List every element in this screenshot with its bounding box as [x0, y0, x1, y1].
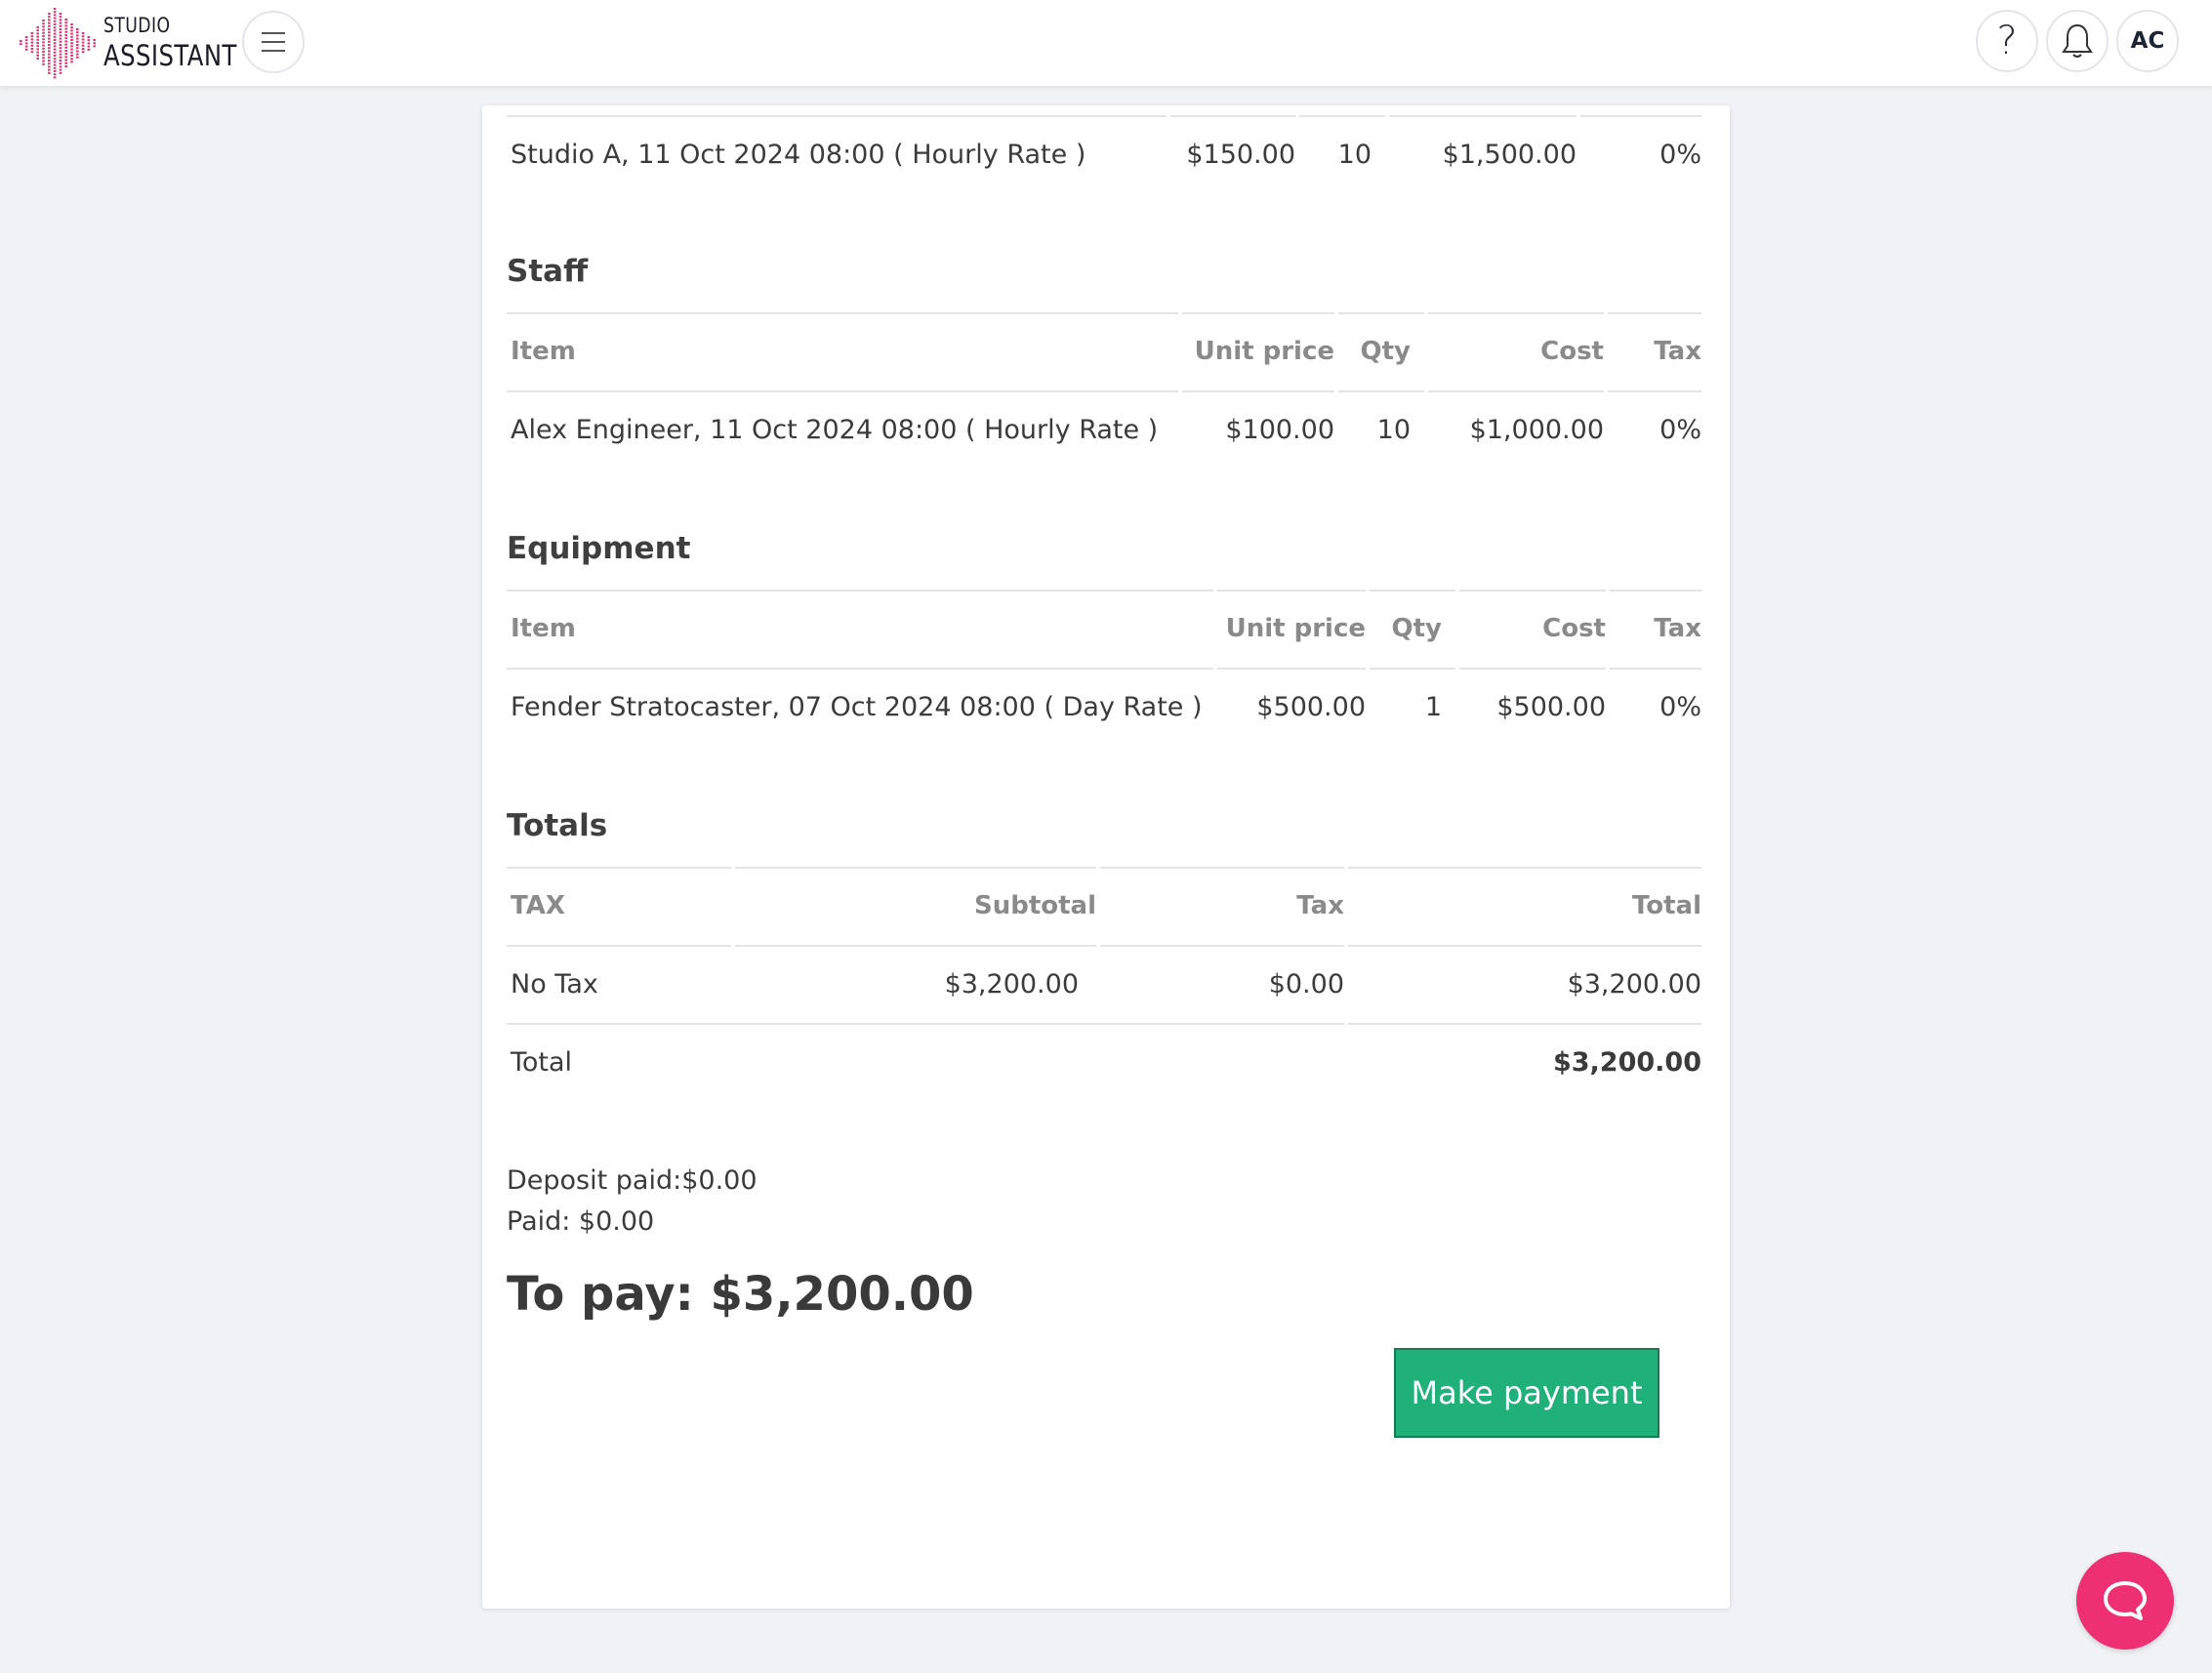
staff-header-cost: Cost — [1540, 337, 1604, 366]
waveform-logo-icon — [20, 8, 96, 79]
notifications-button[interactable] — [2046, 10, 2109, 72]
logo-text-top: STUDIO — [103, 14, 171, 37]
logo-text-bottom: ASSISTANT — [103, 39, 237, 72]
staff-header-tax: Tax — [1654, 337, 1701, 366]
chat-bubble-icon — [2104, 1581, 2147, 1620]
equipment-section-title: Equipment — [507, 531, 691, 566]
make-payment-button[interactable]: Make payment — [1394, 1348, 1659, 1438]
equipment-cost: $500.00 — [1496, 691, 1606, 722]
staff-item: Alex Engineer, 11 Oct 2024 08:00 ( Hourl… — [511, 414, 1159, 445]
table-header-row: Item Unit price Qty Cost Tax — [507, 312, 1701, 390]
rooms-cost: $1,500.00 — [1442, 139, 1577, 170]
avatar-initials: AC — [2130, 28, 2165, 54]
deposit-paid-text: Deposit paid:$0.00 — [507, 1165, 758, 1196]
rooms-item: Studio A, 11 Oct 2024 08:00 ( Hourly Rat… — [511, 139, 1086, 170]
equipment-header-tax: Tax — [1654, 614, 1701, 643]
totals-section-title: Totals — [507, 808, 608, 843]
equipment-header-unit-price: Unit price — [1225, 614, 1366, 643]
equipment-item: Fender Stratocaster, 07 Oct 2024 08:00 (… — [511, 691, 1203, 722]
grand-total-label: Total — [511, 1046, 573, 1078]
studio-assistant-logo[interactable]: STUDIO ASSISTANT — [12, 4, 236, 82]
totals-header-tax-type: TAX — [511, 891, 565, 920]
question-mark-icon: ? — [1996, 19, 2018, 63]
equipment-unit-price: $500.00 — [1256, 691, 1366, 722]
table-header-row: TAX Subtotal Tax Total — [507, 867, 1701, 945]
table-header-row: Item Unit price Qty Cost Tax — [507, 590, 1701, 668]
menu-button[interactable] — [242, 11, 305, 73]
totals-header-total: Total — [1631, 891, 1701, 920]
staff-header-qty: Qty — [1360, 337, 1411, 366]
table-row: No Tax $3,200.00 $0.00 $3,200.00 — [507, 945, 1701, 1023]
staff-tax: 0% — [1659, 414, 1701, 445]
invoice-card: Studio A, 11 Oct 2024 08:00 ( Hourly Rat… — [482, 105, 1730, 1609]
totals-header-tax: Tax — [1296, 891, 1344, 920]
equipment-table: Item Unit price Qty Cost Tax Fender Stra… — [507, 590, 1701, 746]
totals-tax-amount: $0.00 — [1268, 968, 1344, 1000]
rooms-tax: 0% — [1659, 139, 1701, 170]
user-avatar-button[interactable]: AC — [2116, 10, 2179, 72]
totals-tax-type: No Tax — [511, 968, 598, 1000]
help-button[interactable]: ? — [1976, 10, 2038, 72]
rooms-table: Studio A, 11 Oct 2024 08:00 ( Hourly Rat… — [507, 115, 1701, 193]
table-row: Alex Engineer, 11 Oct 2024 08:00 ( Hourl… — [507, 390, 1701, 469]
equipment-header-qty: Qty — [1391, 614, 1442, 643]
staff-header-unit-price: Unit price — [1194, 337, 1334, 366]
totals-total: $3,200.00 — [1567, 968, 1701, 1000]
paid-text: Paid: $0.00 — [507, 1206, 655, 1237]
table-row: Studio A, 11 Oct 2024 08:00 ( Hourly Rat… — [507, 115, 1701, 193]
equipment-header-item: Item — [511, 614, 576, 643]
totals-subtotal: $3,200.00 — [944, 968, 1079, 1000]
table-row: Fender Stratocaster, 07 Oct 2024 08:00 (… — [507, 668, 1701, 746]
rooms-unit-price: $150.00 — [1186, 139, 1295, 170]
staff-qty: 10 — [1376, 414, 1411, 445]
hamburger-menu-icon — [262, 32, 285, 52]
staff-unit-price: $100.00 — [1225, 414, 1334, 445]
staff-cost: $1,000.00 — [1469, 414, 1604, 445]
staff-table: Item Unit price Qty Cost Tax Alex Engine… — [507, 312, 1701, 469]
bell-icon — [2062, 23, 2093, 58]
equipment-tax: 0% — [1659, 691, 1701, 722]
totals-header-subtotal: Subtotal — [973, 891, 1096, 920]
equipment-header-cost: Cost — [1542, 614, 1606, 643]
chat-support-button[interactable] — [2076, 1552, 2174, 1650]
equipment-qty: 1 — [1424, 691, 1442, 722]
rooms-qty: 10 — [1337, 139, 1372, 170]
grand-total-row: Total $3,200.00 — [507, 1023, 1701, 1101]
grand-total-value: $3,200.00 — [1552, 1046, 1701, 1078]
staff-section-title: Staff — [507, 254, 589, 289]
staff-header-item: Item — [511, 337, 576, 366]
top-bar: STUDIO ASSISTANT ? AC — [0, 0, 2212, 86]
to-pay-amount: To pay: $3,200.00 — [507, 1267, 974, 1322]
totals-table: TAX Subtotal Tax Total No Tax $3,200.00 … — [507, 867, 1701, 1101]
